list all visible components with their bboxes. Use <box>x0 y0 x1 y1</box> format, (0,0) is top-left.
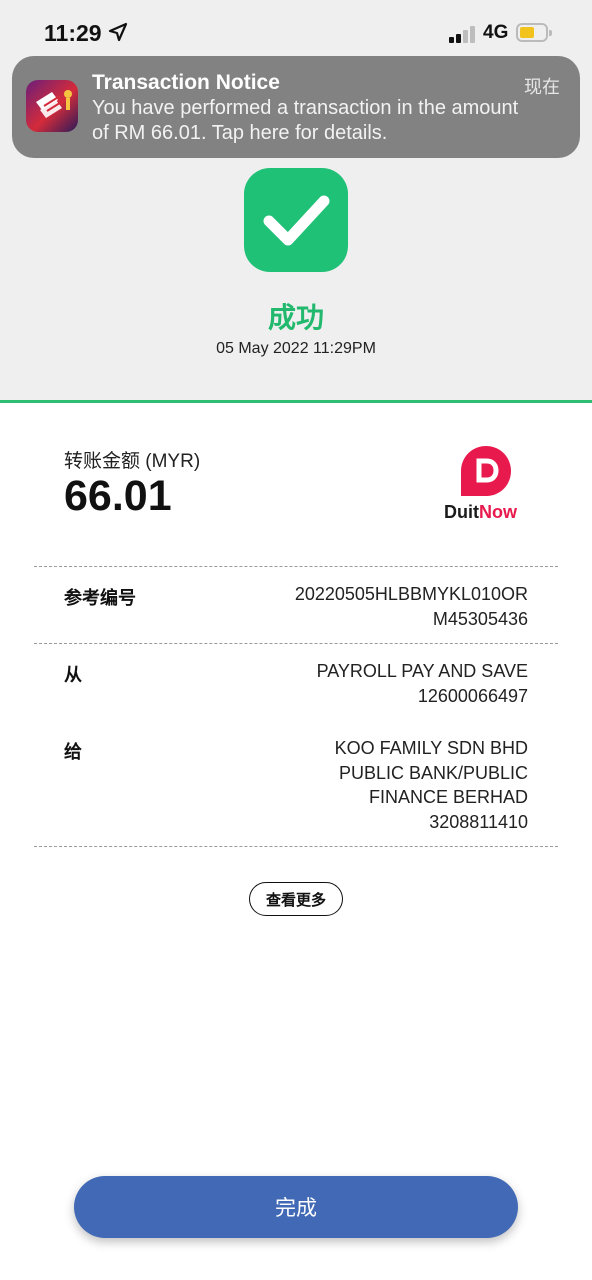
transaction-datetime: 05 May 2022 11:29PM <box>216 340 376 357</box>
network-type: 4G <box>483 22 509 43</box>
status-title: 成功 <box>267 302 324 333</box>
to-line: FINANCE BERHAD <box>368 787 528 807</box>
to-line: PUBLIC BANK/PUBLIC <box>338 762 528 783</box>
notification-title: Transaction Notice <box>92 71 280 94</box>
divider <box>34 846 558 847</box>
cellular-signal-icon <box>449 25 477 43</box>
from-label: 从 <box>64 665 82 685</box>
to-line: KOO FAMILY SDN BHD <box>334 738 528 758</box>
from-line: 12600066497 <box>417 685 528 706</box>
done-button[interactable]: 完成 <box>74 1176 518 1238</box>
notification-body-line: You have performed a transaction in the … <box>92 97 519 119</box>
amount-label: 转账金额 (MYR) <box>64 451 201 472</box>
duitnow-wordmark-part1: Duit <box>444 502 479 522</box>
clock: 11:29 <box>44 20 102 46</box>
to-line: 3208811410 <box>429 811 528 832</box>
to-value: KOO FAMILY SDN BHD PUBLIC BANK/PUBLIC FI… <box>228 736 528 834</box>
divider <box>34 643 558 644</box>
transaction-notification-banner[interactable]: Transaction Notice 现在 You have performed… <box>12 56 580 158</box>
amount-value: 66.01 <box>64 472 172 520</box>
duitnow-mark-icon <box>461 446 511 496</box>
notification-body-line: of RM 66.01. Tap here for details. <box>92 122 388 144</box>
reference-value: 20220505HLBBMYKL010OR M45305436 <box>228 582 528 631</box>
from-value: PAYROLL PAY AND SAVE 12600066497 <box>228 659 528 708</box>
reference-line: M45305436 <box>432 608 528 629</box>
reference-line: 20220505HLBBMYKL010OR <box>294 584 528 604</box>
view-more-button[interactable]: 查看更多 <box>249 882 343 916</box>
duitnow-wordmark-part2: Now <box>479 502 517 522</box>
battery-icon <box>516 23 552 42</box>
notification-body: You have performed a transaction in the … <box>92 96 562 146</box>
transaction-success-screen: 11:29 4G 成功 05 May 2022 11:29PM Transact… <box>0 0 592 1280</box>
from-line: PAYROLL PAY AND SAVE <box>316 661 528 681</box>
location-arrow-icon <box>108 22 128 42</box>
success-check-icon <box>244 168 348 272</box>
bank-app-icon <box>26 80 78 132</box>
duitnow-logo: DuitNow <box>440 444 532 528</box>
reference-label: 参考编号 <box>64 588 136 608</box>
divider <box>34 566 558 567</box>
to-label: 给 <box>64 742 82 762</box>
